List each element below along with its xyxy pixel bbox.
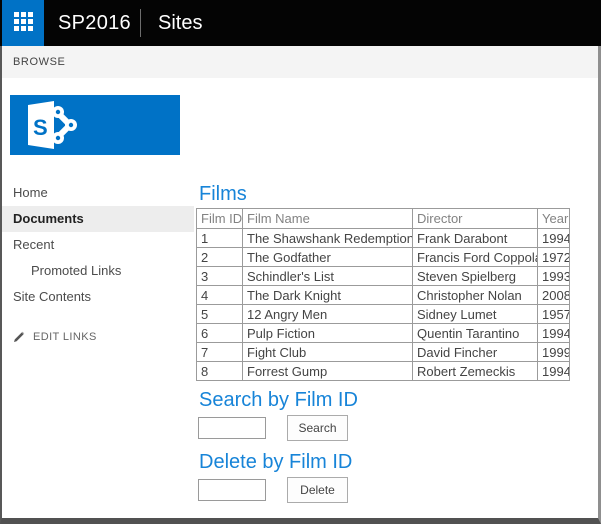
suite-sites-link[interactable]: Sites (158, 0, 202, 46)
sidebar-item-home[interactable]: Home (2, 180, 194, 206)
table-cell: 1972 (538, 248, 570, 267)
delete-button[interactable]: Delete (287, 477, 348, 503)
sidebar-item-recent[interactable]: Recent (2, 232, 194, 258)
delete-heading: Delete by Film ID (199, 451, 576, 474)
sidebar-item-site-contents[interactable]: Site Contents (2, 284, 194, 310)
films-table: Film IDFilm NameDirectorYear 1The Shawsh… (196, 208, 570, 381)
table-cell: 3 (197, 267, 243, 286)
table-row: 4The Dark KnightChristopher Nolan2008 (197, 286, 570, 305)
suite-brand-link[interactable]: SP2016 (58, 0, 131, 46)
suite-bar: SP2016 Sites (0, 0, 601, 46)
table-row: 512 Angry MenSidney Lumet1957 (197, 305, 570, 324)
films-header-row: Film IDFilm NameDirectorYear (197, 209, 570, 229)
table-cell: 12 Angry Men (243, 305, 413, 324)
search-heading: Search by Film ID (199, 389, 576, 412)
table-cell: 5 (197, 305, 243, 324)
ribbon-bar: BROWSE (2, 46, 598, 78)
left-nav-items: HomeDocumentsRecentPromoted LinksSite Co… (2, 180, 194, 310)
edit-links-label: EDIT LINKS (33, 324, 97, 350)
left-nav: HomeDocumentsRecentPromoted LinksSite Co… (2, 180, 194, 350)
search-button[interactable]: Search (287, 415, 348, 441)
table-cell: 6 (197, 324, 243, 343)
column-header: Film ID (197, 209, 243, 229)
table-cell: Fight Club (243, 343, 413, 362)
app-launcher-icon (14, 12, 33, 31)
table-cell: 2008 (538, 286, 570, 305)
table-cell: 2 (197, 248, 243, 267)
suite-divider (140, 9, 141, 37)
sidebar-item-promoted-links[interactable]: Promoted Links (2, 258, 194, 284)
search-film-id-input[interactable] (198, 417, 266, 439)
table-cell: 1994 (538, 362, 570, 381)
main-content: Films Film IDFilm NameDirectorYear 1The … (196, 183, 576, 503)
table-row: 8Forrest GumpRobert Zemeckis1994 (197, 362, 570, 381)
table-cell: Christopher Nolan (413, 286, 538, 305)
edit-links-button[interactable]: EDIT LINKS (2, 324, 194, 350)
table-row: 1The Shawshank RedemptionFrank Darabont1… (197, 229, 570, 248)
table-cell: 7 (197, 343, 243, 362)
sharepoint-page: SP2016 Sites BROWSE S HomeDocumen (0, 0, 601, 524)
table-cell: 8 (197, 362, 243, 381)
table-cell: Quentin Tarantino (413, 324, 538, 343)
table-cell: 4 (197, 286, 243, 305)
svg-text:S: S (33, 115, 48, 140)
table-cell: Robert Zemeckis (413, 362, 538, 381)
column-header: Film Name (243, 209, 413, 229)
site-logo[interactable]: S (10, 95, 180, 155)
table-cell: Sidney Lumet (413, 305, 538, 324)
pencil-icon (13, 331, 25, 343)
table-cell: The Dark Knight (243, 286, 413, 305)
table-cell: David Fincher (413, 343, 538, 362)
table-row: 3Schindler's ListSteven Spielberg1993 (197, 267, 570, 286)
table-row: 6Pulp FictionQuentin Tarantino1994 (197, 324, 570, 343)
films-table-body: 1The Shawshank RedemptionFrank Darabont1… (197, 229, 570, 381)
table-cell: Francis Ford Coppola (413, 248, 538, 267)
column-header: Director (413, 209, 538, 229)
sidebar-item-documents[interactable]: Documents (2, 206, 194, 232)
delete-film-id-input[interactable] (198, 479, 266, 501)
table-cell: Steven Spielberg (413, 267, 538, 286)
table-cell: The Godfather (243, 248, 413, 267)
sharepoint-logo-icon: S (20, 99, 94, 151)
search-controls: Search (196, 415, 576, 441)
table-cell: 1957 (538, 305, 570, 324)
table-cell: 1993 (538, 267, 570, 286)
films-heading: Films (199, 183, 576, 206)
table-cell: Schindler's List (243, 267, 413, 286)
tab-browse[interactable]: BROWSE (13, 46, 66, 78)
column-header: Year (538, 209, 570, 229)
table-cell: 1994 (538, 229, 570, 248)
table-row: 7Fight ClubDavid Fincher1999 (197, 343, 570, 362)
table-cell: 1999 (538, 343, 570, 362)
table-row: 2The GodfatherFrancis Ford Coppola1972 (197, 248, 570, 267)
table-cell: 1 (197, 229, 243, 248)
delete-controls: Delete (196, 477, 576, 503)
table-cell: 1994 (538, 324, 570, 343)
table-cell: The Shawshank Redemption (243, 229, 413, 248)
app-launcher-button[interactable] (2, 0, 44, 46)
table-cell: Forrest Gump (243, 362, 413, 381)
table-cell: Frank Darabont (413, 229, 538, 248)
page-body: BROWSE S HomeDocumentsRecentPromoted Lin… (0, 46, 601, 524)
table-cell: Pulp Fiction (243, 324, 413, 343)
